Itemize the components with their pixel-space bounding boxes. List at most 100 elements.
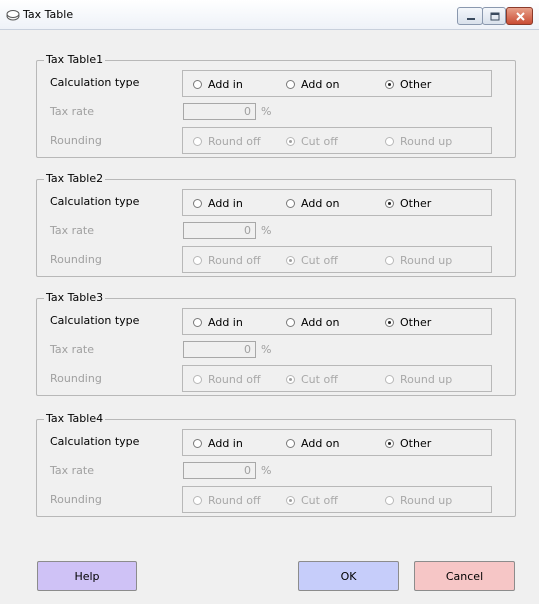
ok-button[interactable]: OK [298,561,399,591]
radio-button-icon [385,255,394,265]
tax-table-group: Tax Table1 Calculation type Add in Add on Ot… [36,53,516,158]
radio-label: Add in [208,436,243,450]
rounding-radio: Cut off [286,372,338,386]
tax-table-group: Tax Table4 Calculation type Add in Add on Ot… [36,412,516,517]
radio-button-icon [286,438,295,448]
radio-label: Add in [208,77,243,91]
calculation-radio[interactable]: Other [385,196,431,210]
calculation-radio[interactable]: Add in [193,315,243,329]
radio-button-icon [193,255,202,265]
calculation-radio[interactable]: Add on [286,77,340,91]
calculation-radio[interactable]: Add on [286,436,340,450]
radio-button-icon [193,374,202,384]
radio-button-icon [286,495,295,505]
radio-label: Round off [208,372,261,386]
radio-button-icon [385,136,394,146]
radio-label: Add on [301,315,340,329]
radio-button-icon [385,317,394,327]
calculation-type-group: Add in Add on Other [182,70,492,97]
radio-label: Round up [400,134,453,148]
percent-unit: % [261,464,272,477]
group-title: Tax Table4 [44,412,106,425]
radio-label: Other [400,77,432,91]
radio-button-icon [385,79,394,89]
calculation-type-label: Calculation type [50,195,140,208]
radio-button-icon [193,136,202,146]
rounding-radio: Round up [385,372,452,386]
tax-rate-input: 0 [183,222,256,239]
rounding-radio: Cut off [286,493,338,507]
rounding-label: Rounding [50,372,102,385]
group-title: Tax Table2 [44,172,106,185]
calculation-type-label: Calculation type [50,76,140,89]
rounding-radio: Round up [385,253,452,267]
app-icon [6,9,20,21]
radio-label: Add in [208,315,243,329]
radio-button-icon [286,255,295,265]
rounding-group: Round off Cut off Round up [182,127,492,154]
calculation-radio[interactable]: Add in [193,77,243,91]
radio-label: Round up [400,493,453,507]
tax-rate-input: 0 [183,103,256,120]
maximize-button[interactable] [482,7,506,25]
rounding-radio: Round off [193,253,261,267]
rounding-radio: Cut off [286,134,338,148]
radio-label: Cut off [301,253,338,267]
window-title: Tax Table [23,8,74,21]
calculation-radio[interactable]: Other [385,315,431,329]
radio-button-icon [286,374,295,384]
tax-table-group: Tax Table2 Calculation type Add in Add on Ot… [36,172,516,277]
rounding-radio: Cut off [286,253,338,267]
group-title: Tax Table1 [44,53,106,66]
tax-rate-input: 0 [183,462,256,479]
radio-label: Add on [301,77,340,91]
minimize-button[interactable] [457,7,483,25]
title-bar: Tax Table [0,0,539,30]
cancel-button[interactable]: Cancel [414,561,515,591]
radio-label: Add on [301,196,340,210]
percent-unit: % [261,224,272,237]
radio-button-icon [385,495,394,505]
close-icon [516,12,525,21]
calculation-radio[interactable]: Add on [286,196,340,210]
calculation-type-group: Add in Add on Other [182,308,492,335]
radio-label: Cut off [301,372,338,386]
rounding-label: Rounding [50,253,102,266]
radio-button-icon [193,79,202,89]
tax-rate-label: Tax rate [50,464,94,477]
tax-rate-label: Tax rate [50,343,94,356]
radio-label: Round up [400,253,453,267]
calculation-radio[interactable]: Other [385,436,431,450]
radio-label: Round off [208,134,261,148]
radio-label: Add on [301,436,340,450]
rounding-radio: Round up [385,493,452,507]
tax-rate-input: 0 [183,341,256,358]
help-button[interactable]: Help [37,561,137,591]
close-button[interactable] [506,7,533,25]
radio-label: Round off [208,493,261,507]
tax-rate-label: Tax rate [50,224,94,237]
radio-button-icon [286,317,295,327]
rounding-radio: Round off [193,372,261,386]
rounding-radio: Round off [193,134,261,148]
calculation-radio[interactable]: Other [385,77,431,91]
radio-button-icon [286,79,295,89]
radio-label: Cut off [301,134,338,148]
radio-button-icon [286,136,295,146]
calculation-radio[interactable]: Add on [286,315,340,329]
rounding-group: Round off Cut off Round up [182,365,492,392]
radio-button-icon [193,495,202,505]
calculation-type-label: Calculation type [50,435,140,448]
radio-label: Other [400,436,432,450]
radio-label: Round off [208,253,261,267]
calculation-type-label: Calculation type [50,314,140,327]
rounding-label: Rounding [50,493,102,506]
tax-rate-label: Tax rate [50,105,94,118]
calculation-radio[interactable]: Add in [193,436,243,450]
tax-table-group: Tax Table3 Calculation type Add in Add on Ot… [36,291,516,396]
calculation-radio[interactable]: Add in [193,196,243,210]
radio-button-icon [286,198,295,208]
radio-label: Round up [400,372,453,386]
radio-label: Add in [208,196,243,210]
minimize-icon [467,18,475,20]
